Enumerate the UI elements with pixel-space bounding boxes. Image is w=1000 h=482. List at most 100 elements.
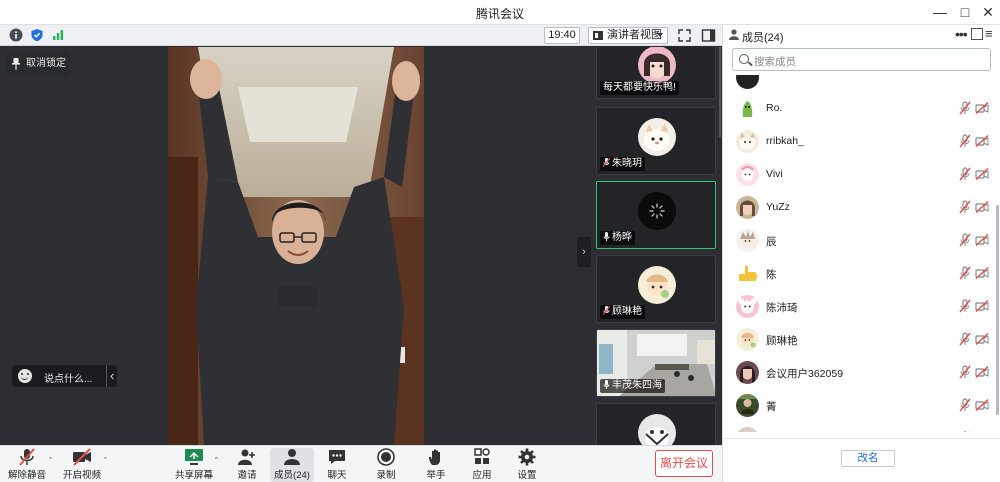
member-row[interactable]: rribkah_: [723, 125, 993, 158]
mic-muted-icon[interactable]: [959, 134, 971, 148]
view-mode-dropdown[interactable]: 演讲者视图: [588, 27, 668, 44]
member-list: Ro. rribkah_ Vivi YuZz 辰 陈 陈沛琦 顾琳艳 会议用户3…: [723, 75, 993, 432]
mic-muted-icon[interactable]: [959, 398, 971, 412]
thumbnail-tile[interactable]: 每天都要快乐鸭!: [596, 47, 716, 99]
chat-button[interactable]: 聊天: [315, 448, 359, 482]
rename-button[interactable]: 改名: [841, 450, 895, 467]
maximize-button[interactable]: □: [953, 2, 977, 22]
avatar: [736, 295, 759, 318]
thumbnail-tile[interactable]: 丰茂朱四海: [596, 329, 716, 397]
member-row[interactable]: Ro.: [723, 92, 993, 125]
share-options-chevron-icon[interactable]: ˆ: [215, 456, 223, 466]
more-options-icon[interactable]: •••: [955, 26, 968, 42]
member-row[interactable]: Vivi: [723, 158, 993, 191]
camera-off-icon[interactable]: [975, 267, 989, 279]
chevron-left-icon[interactable]: ‹: [110, 368, 114, 383]
thumbnail-scrollbar[interactable]: [719, 47, 721, 137]
title-bar: 腾讯会议 — □ ✕: [0, 0, 1000, 25]
member-row[interactable]: YuZz: [723, 191, 993, 224]
camera-off-icon[interactable]: [975, 300, 989, 312]
meeting-window: 腾讯会议 — □ ✕ 19:40 演讲者视图 取消锁定 说点什么... ‹ › …: [0, 0, 1000, 482]
mic-muted-icon[interactable]: [959, 299, 971, 313]
member-search-input[interactable]: 搜索成员: [732, 48, 991, 71]
invite-button[interactable]: 邀请: [225, 448, 269, 482]
security-shield-icon[interactable]: [30, 28, 44, 42]
thumbnail-tile[interactable]: 顾琳艳: [596, 255, 716, 323]
avatar: [736, 163, 759, 186]
thumbnail-tile[interactable]: 朱晓玥: [596, 107, 716, 175]
settings-button[interactable]: 设置: [505, 448, 549, 482]
menu-icon[interactable]: ≡: [985, 26, 993, 41]
mic-muted-icon[interactable]: [959, 200, 971, 214]
loading-spinner-icon: [638, 192, 676, 230]
camera-off-icon[interactable]: [975, 168, 989, 180]
avatar: [736, 328, 759, 351]
mic-muted-icon[interactable]: [959, 167, 971, 181]
start-video-button[interactable]: 开启视频: [60, 448, 104, 482]
mic-muted-icon[interactable]: [959, 332, 971, 346]
camera-off-icon: [73, 448, 91, 466]
member-row[interactable]: 菁: [723, 389, 993, 422]
unmute-button[interactable]: 解除静音: [5, 448, 49, 482]
member-row[interactable]: 顾琳艳: [723, 323, 993, 356]
record-button[interactable]: 录制: [364, 448, 408, 482]
unlock-video-button[interactable]: 取消锁定: [6, 53, 70, 75]
mic-muted-icon[interactable]: [959, 365, 971, 379]
camera-off-icon[interactable]: [975, 102, 989, 114]
member-list-scrollbar[interactable]: [993, 75, 1000, 432]
thumbnail-tile-active[interactable]: 杨晔: [596, 181, 716, 249]
leave-meeting-button[interactable]: 离开会议: [655, 450, 713, 477]
minimize-button[interactable]: —: [928, 2, 952, 22]
avatar: [736, 427, 759, 432]
avatar: [638, 266, 676, 304]
video-options-chevron-icon[interactable]: ˆ: [104, 456, 112, 466]
record-icon: [377, 448, 395, 466]
thumbnail-tile[interactable]: [596, 403, 716, 445]
audio-options-chevron-icon[interactable]: ˆ: [49, 456, 57, 466]
close-button[interactable]: ✕: [976, 2, 1000, 22]
network-signal-icon[interactable]: [51, 28, 65, 42]
meeting-info-bar: 19:40 演讲者视图: [0, 25, 722, 46]
fullscreen-icon[interactable]: [676, 27, 693, 44]
mic-muted-icon[interactable]: [959, 233, 971, 247]
share-screen-label: 共享屏幕: [174, 470, 213, 481]
mic-muted-icon: [603, 158, 610, 167]
camera-off-icon[interactable]: [975, 201, 989, 213]
emoji-icon[interactable]: [18, 369, 32, 383]
scrollbar-thumb[interactable]: [996, 205, 999, 415]
member-row[interactable]: 辰: [723, 224, 993, 257]
camera-off-icon[interactable]: [975, 333, 989, 345]
apps-button[interactable]: 应用: [460, 448, 504, 482]
member-row[interactable]: 陈: [723, 257, 993, 290]
camera-off-icon[interactable]: [975, 234, 989, 246]
member-row[interactable]: 会议用户362059: [723, 356, 993, 389]
mic-muted-icon[interactable]: [959, 266, 971, 280]
popout-icon[interactable]: [971, 28, 983, 40]
member-row[interactable]: 陈沛琦: [723, 290, 993, 323]
person-icon: [729, 29, 739, 40]
collapse-thumbnails-button[interactable]: ›: [577, 237, 591, 267]
mic-muted-icon[interactable]: [959, 431, 971, 432]
avatar: [736, 394, 759, 417]
members-button[interactable]: 成员(24): [270, 448, 314, 482]
share-screen-button[interactable]: 共享屏幕: [172, 448, 216, 482]
toggle-sidebar-icon[interactable]: [700, 27, 717, 44]
info-icon[interactable]: [9, 28, 23, 42]
camera-off-icon[interactable]: [975, 135, 989, 147]
mic-muted-icon[interactable]: [959, 101, 971, 115]
search-icon: [739, 54, 749, 64]
camera-off-icon[interactable]: [975, 399, 989, 411]
avatar: [638, 192, 676, 230]
thumbnail-name: 顾琳艳: [612, 306, 642, 317]
raise-hand-button[interactable]: 举手: [414, 448, 458, 482]
raise-hand-icon: [429, 449, 440, 465]
camera-off-icon[interactable]: [975, 366, 989, 378]
pin-icon: [12, 58, 20, 70]
members-panel-title: 成员(24): [742, 32, 784, 44]
member-name: 陈: [766, 269, 777, 281]
quick-chat-input[interactable]: 说点什么... ‹: [12, 365, 117, 387]
start-video-label: 开启视频: [62, 470, 101, 481]
member-name: Vivi: [766, 168, 783, 180]
member-row[interactable]: [723, 422, 993, 432]
avatar: [638, 414, 676, 445]
